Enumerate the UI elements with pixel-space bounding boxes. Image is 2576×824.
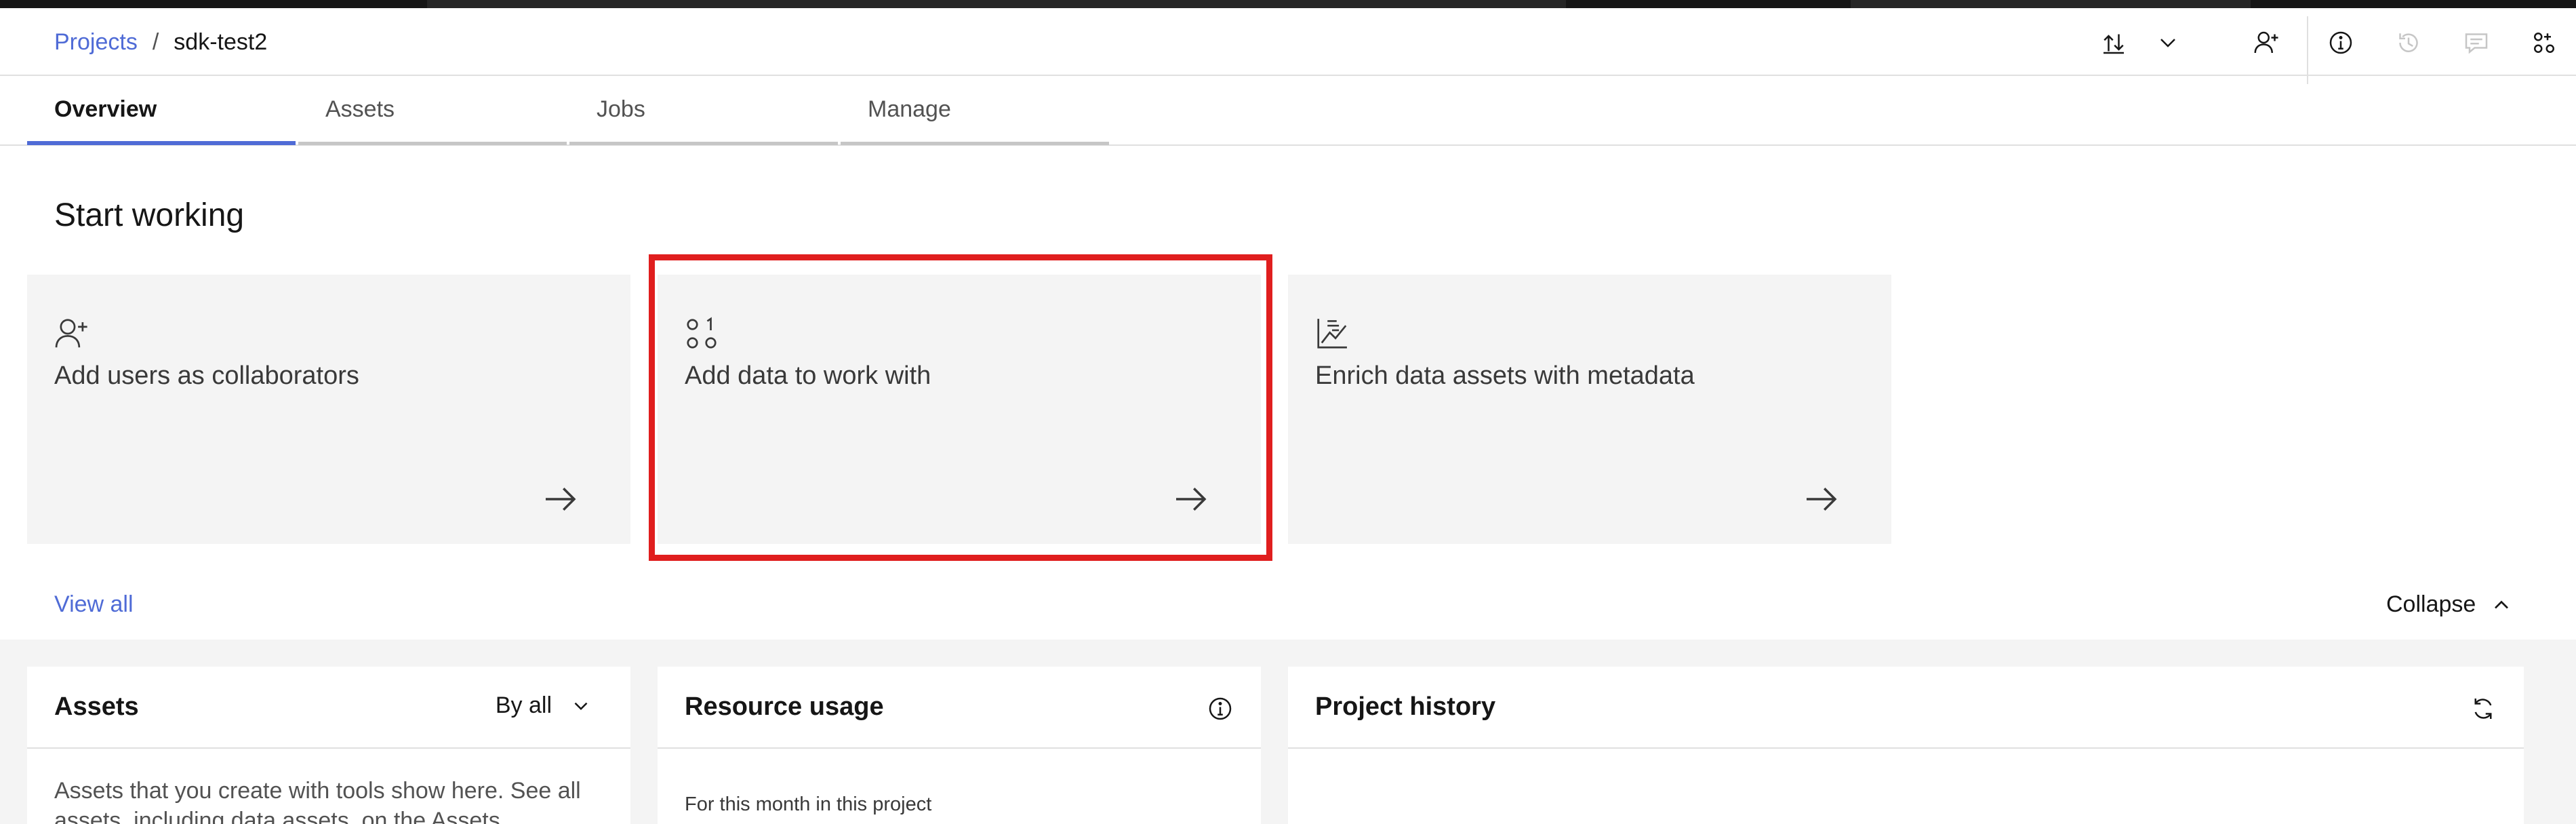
assets-card: Assets By all Assets that you create wit… [27, 667, 630, 824]
assets-card-title: Assets [54, 692, 139, 721]
breadcrumb: Projects / sdk-test2 [54, 27, 267, 57]
top-strip-segment [427, 0, 1566, 8]
tab-jobs[interactable]: Jobs [569, 87, 841, 145]
top-strip-segment [1851, 0, 2251, 8]
tab-bar: Overview Assets Jobs Manage [27, 87, 1112, 145]
tab-overview[interactable]: Overview [27, 87, 298, 145]
project-history-card-header: Project history [1288, 667, 2524, 749]
arrow-right-icon [1802, 480, 1840, 518]
chevron-up-icon [2495, 600, 2509, 608]
tile-label: Add data to work with [685, 361, 931, 390]
comment-icon[interactable] [2461, 27, 2492, 58]
information-icon[interactable] [1207, 695, 1234, 722]
tile-label: Add users as collaborators [54, 361, 359, 390]
history-icon[interactable] [2393, 27, 2424, 58]
collapse-button[interactable]: Collapse [2386, 591, 2514, 618]
project-history-card-title: Project history [1315, 692, 1496, 721]
tile-enrich-metadata[interactable]: Enrich data assets with metadata [1288, 275, 1891, 544]
tab-assets[interactable]: Assets [298, 87, 569, 145]
data-icon [683, 315, 720, 352]
resource-usage-card-header: Resource usage [658, 667, 1261, 749]
project-history-card: Project history [1288, 667, 2524, 824]
tile-add-users[interactable]: Add users as collaborators [27, 275, 630, 544]
import-export-icon[interactable] [2098, 27, 2129, 58]
collapse-label: Collapse [2386, 591, 2476, 617]
add-user-icon[interactable] [2251, 27, 2282, 58]
resource-usage-card: Resource usage For this month in this pr… [658, 667, 1261, 824]
resource-usage-subtitle: For this month in this project [685, 793, 932, 815]
tile-label: Enrich data assets with metadata [1315, 361, 1695, 390]
tile-add-data[interactable]: Add data to work with [658, 275, 1261, 544]
top-strip [0, 0, 2576, 8]
breadcrumb-projects-link[interactable]: Projects [54, 27, 138, 57]
view-all-link[interactable]: View all [54, 591, 134, 618]
breadcrumb-current-project: sdk-test2 [174, 29, 268, 55]
tab-manage[interactable]: Manage [841, 87, 1112, 145]
breadcrumb-separator: / [152, 29, 159, 55]
chart-enrich-icon [1314, 315, 1350, 352]
add-user-icon [53, 315, 89, 352]
header-divider [2307, 16, 2308, 84]
arrow-right-icon [1171, 480, 1209, 518]
page-header: Projects / sdk-test2 [0, 8, 2576, 84]
assets-card-header: Assets By all [27, 667, 630, 749]
information-icon[interactable] [2325, 27, 2356, 58]
resource-usage-card-title: Resource usage [685, 692, 884, 721]
assets-filter-label: By all [495, 692, 552, 718]
assets-card-body: Assets that you create with tools show h… [54, 778, 581, 824]
start-working-title: Start working [54, 197, 245, 233]
chevron-down-icon [574, 702, 588, 710]
arrow-right-icon [541, 480, 579, 518]
refresh-icon[interactable] [2470, 695, 2497, 722]
assets-filter-dropdown[interactable]: By all [496, 692, 592, 719]
apps-icon[interactable] [2529, 27, 2560, 58]
chevron-down-icon[interactable] [2152, 27, 2183, 58]
